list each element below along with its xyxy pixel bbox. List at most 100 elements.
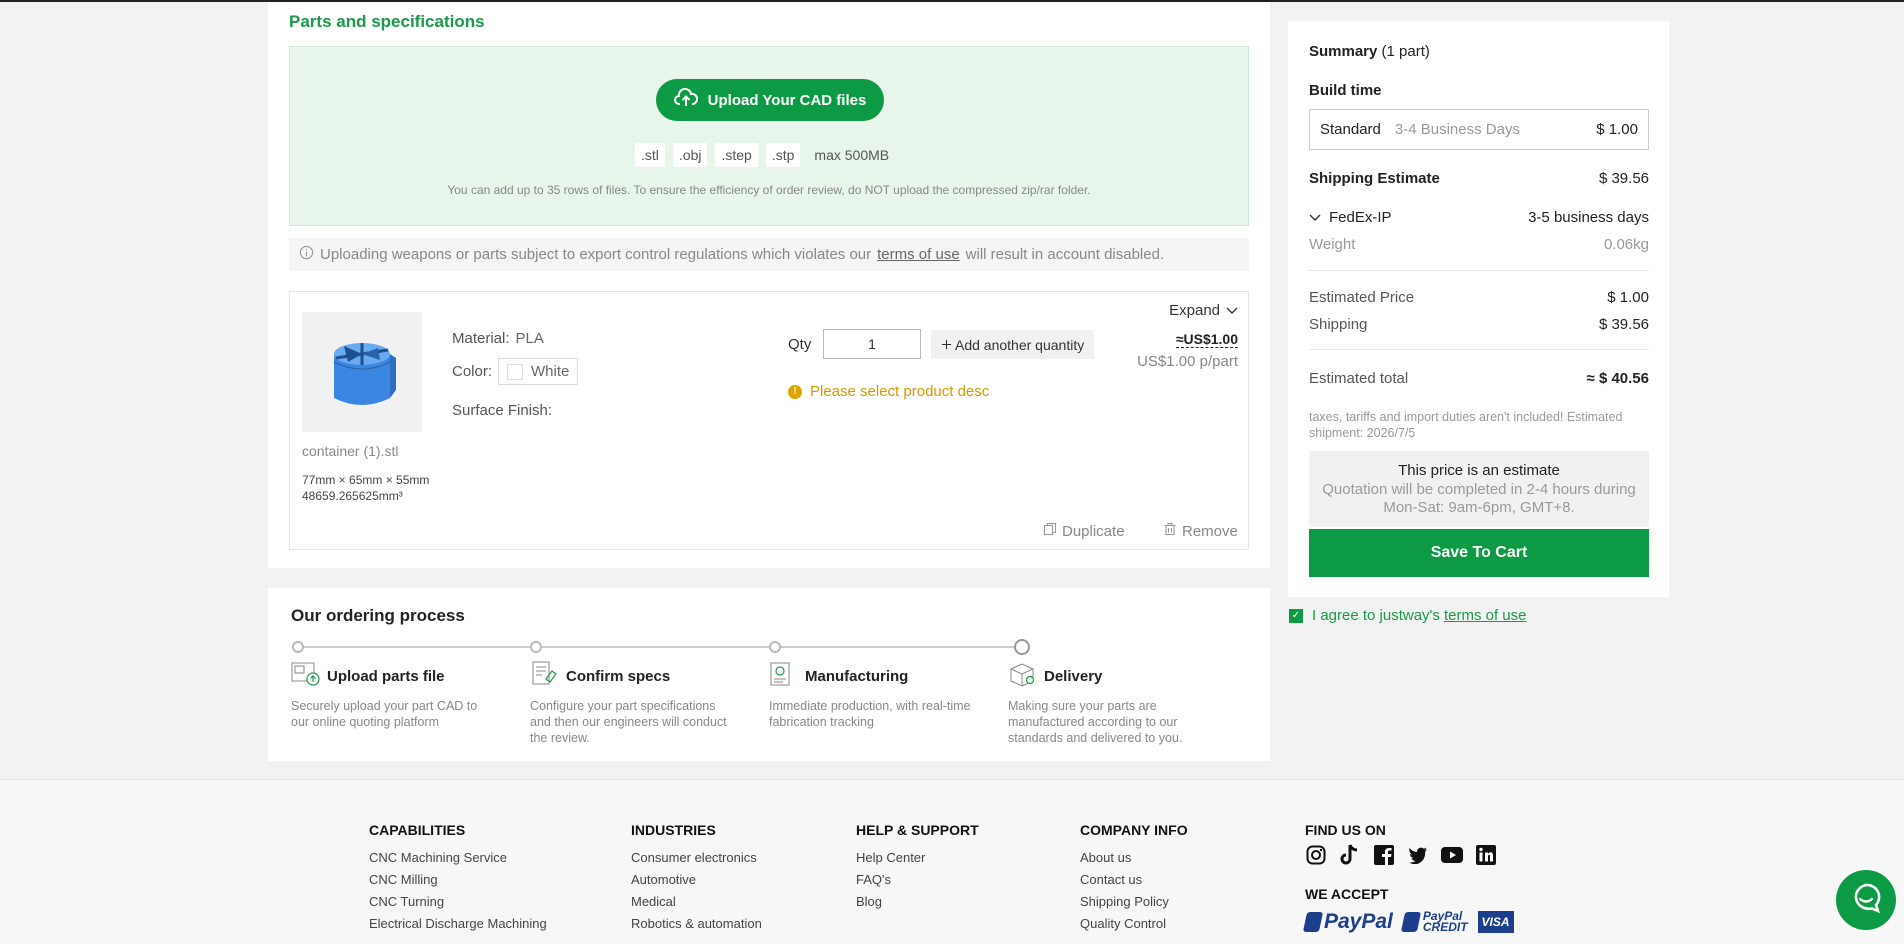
estimate-description: Quotation will be completed in 2-4 hours… — [1322, 481, 1636, 516]
step-marker — [1014, 639, 1030, 655]
footer-heading: COMPANY INFO — [1080, 822, 1188, 838]
delivery-box-icon — [1008, 661, 1038, 691]
footer-link[interactable]: FAQ's — [856, 872, 979, 888]
remove-button[interactable]: Remove — [1163, 522, 1238, 540]
step-title: Confirm specs — [566, 667, 671, 685]
estimated-price-label: Estimated Price — [1309, 289, 1415, 306]
terms-agreement: ✓ I agree to justway's terms of use — [1289, 607, 1526, 624]
footer-link[interactable]: About us — [1080, 850, 1188, 866]
footer-link[interactable]: Robotics & automation — [631, 916, 762, 932]
ordering-process: Our ordering process Upload parts file S… — [268, 588, 1270, 761]
dimensions-value: 77mm × 65mm × 55mm — [302, 473, 430, 487]
select-product-warning: ! Please select product desc — [788, 383, 989, 400]
file-format-list: .stl .obj .step .stp max 500MB — [635, 143, 889, 167]
upload-note: You can add up to 35 rows of files. To e… — [447, 183, 1091, 197]
color-row: Color: White — [452, 358, 579, 385]
site-footer: CAPABILITIES CNC Machining Service CNC M… — [0, 779, 1904, 944]
carrier-selector[interactable]: FedEx-IP — [1309, 209, 1392, 226]
upload-cad-button[interactable]: Upload Your CAD files — [656, 79, 884, 121]
footer-capabilities: CAPABILITIES CNC Machining Service CNC M… — [369, 822, 547, 938]
weight-value: 0.06kg — [1603, 236, 1649, 253]
footer-link[interactable]: Blog — [856, 894, 979, 910]
terms-of-use-link[interactable]: terms of use — [877, 246, 960, 263]
facebook-icon[interactable] — [1373, 844, 1395, 866]
step-title: Manufacturing — [805, 667, 909, 685]
footer-link[interactable]: Consumer electronics — [631, 850, 762, 866]
cloud-upload-icon — [673, 87, 698, 112]
chevron-down-icon — [1309, 209, 1321, 226]
shipping-label: Shipping — [1309, 316, 1368, 333]
footer-link[interactable]: CNC Milling — [369, 872, 547, 888]
footer-link[interactable]: Shipping Policy — [1080, 894, 1188, 910]
color-value: White — [531, 363, 570, 380]
volume-value: 48659.265625mm³ — [302, 489, 403, 503]
section-title: Parts and specifications — [289, 12, 485, 31]
format-badge: .step — [715, 143, 758, 167]
estimated-price-row: Estimated Price $ 1.00 — [1309, 289, 1649, 306]
part-thumbnail[interactable] — [302, 312, 422, 432]
upload-cad-label: Upload Your CAD files — [707, 91, 867, 109]
footer-heading: HELP & SUPPORT — [856, 822, 979, 838]
add-quantity-button[interactable]: Add another quantity — [931, 330, 1095, 359]
manufacturing-icon — [769, 661, 799, 691]
step-title: Upload parts file — [327, 667, 445, 685]
qty-input[interactable] — [823, 329, 921, 359]
footer-link[interactable]: Quality Control — [1080, 916, 1188, 932]
upload-dropzone[interactable]: Upload Your CAD files .stl .obj .step .s… — [289, 46, 1249, 226]
carrier-row[interactable]: FedEx-IP 3-5 business days — [1309, 209, 1649, 226]
estimated-total-label: Estimated total — [1309, 370, 1409, 387]
step-description: Immediate production, with real-time fab… — [769, 699, 971, 729]
footer-link[interactable]: Help Center — [856, 850, 979, 866]
order-summary: Summary (1 part) Build time Standard 3-4… — [1288, 21, 1669, 597]
select-warning-text: Please select product desc — [810, 383, 990, 400]
build-time-option[interactable]: Standard 3-4 Business Days $ 1.00 — [1309, 109, 1649, 150]
footer-link[interactable]: Medical — [631, 894, 762, 910]
footer-link[interactable]: CNC Machining Service — [369, 850, 547, 866]
footer-link[interactable]: CNC Turning — [369, 894, 547, 910]
tiktok-icon[interactable] — [1339, 844, 1361, 866]
footer-heading: WE ACCEPT — [1305, 886, 1389, 902]
youtube-icon[interactable] — [1441, 844, 1463, 866]
footer-link[interactable]: Contact us — [1080, 872, 1188, 888]
material-label: Material: — [452, 330, 510, 347]
agree-terms-link[interactable]: terms of use — [1444, 607, 1527, 624]
step-description: Configure your part specifications and t… — [530, 699, 727, 745]
footer-link[interactable]: Electrical Discharge Machining — [369, 916, 547, 932]
summary-title: Summary (1 part) — [1309, 43, 1430, 60]
tax-note: taxes, tariffs and import duties aren't … — [1309, 410, 1623, 440]
paypal-text: PayPal — [1324, 910, 1393, 933]
confirm-specs-icon — [530, 661, 560, 691]
color-selector[interactable]: White — [498, 358, 579, 385]
save-to-cart-button[interactable]: Save To Cart — [1309, 529, 1649, 577]
copy-icon — [1043, 522, 1057, 540]
process-step-confirm: Confirm specs Configure your part specif… — [530, 661, 735, 746]
trash-icon — [1163, 522, 1177, 540]
paypal-credit-text-bottom: CREDIT — [1422, 920, 1468, 934]
expand-toggle[interactable]: Expand — [1169, 302, 1238, 319]
agree-checkbox[interactable]: ✓ — [1289, 608, 1303, 623]
process-step-manufacturing: Manufacturing Immediate production, with… — [769, 661, 974, 730]
step-marker — [292, 641, 304, 653]
parts-card: Parts and specifications Upload Your CAD… — [268, 2, 1270, 568]
build-option-days: 3-4 Business Days — [1394, 121, 1520, 138]
carrier-name: FedEx-IP — [1329, 209, 1392, 226]
plus-icon — [941, 337, 952, 353]
footer-link[interactable]: Automotive — [631, 872, 762, 888]
paypal-credit-logo: PayPal CREDIT — [1400, 910, 1468, 934]
weight-label: Weight — [1309, 236, 1356, 253]
social-links — [1305, 844, 1514, 866]
twitter-icon[interactable] — [1407, 844, 1429, 866]
paypal-mark-icon — [1302, 912, 1324, 932]
material-row[interactable]: Material: PLA — [452, 330, 544, 347]
surface-finish-row[interactable]: Surface Finish: — [452, 402, 552, 419]
estimated-total-value: ≈ $ 40.56 — [1586, 370, 1649, 387]
step-description: Securely upload your part CAD to our onl… — [291, 699, 478, 729]
part-dimensions: 77mm × 65mm × 55mm 48659.265625mm³ — [302, 472, 432, 504]
shipping-value: $ 39.56 — [1598, 316, 1649, 333]
duplicate-label: Duplicate — [1062, 522, 1125, 540]
summary-divider — [1309, 270, 1649, 271]
instagram-icon[interactable] — [1305, 844, 1327, 866]
chat-widget-button[interactable] — [1836, 870, 1896, 930]
linkedin-icon[interactable] — [1475, 844, 1497, 866]
duplicate-button[interactable]: Duplicate — [1043, 522, 1125, 540]
